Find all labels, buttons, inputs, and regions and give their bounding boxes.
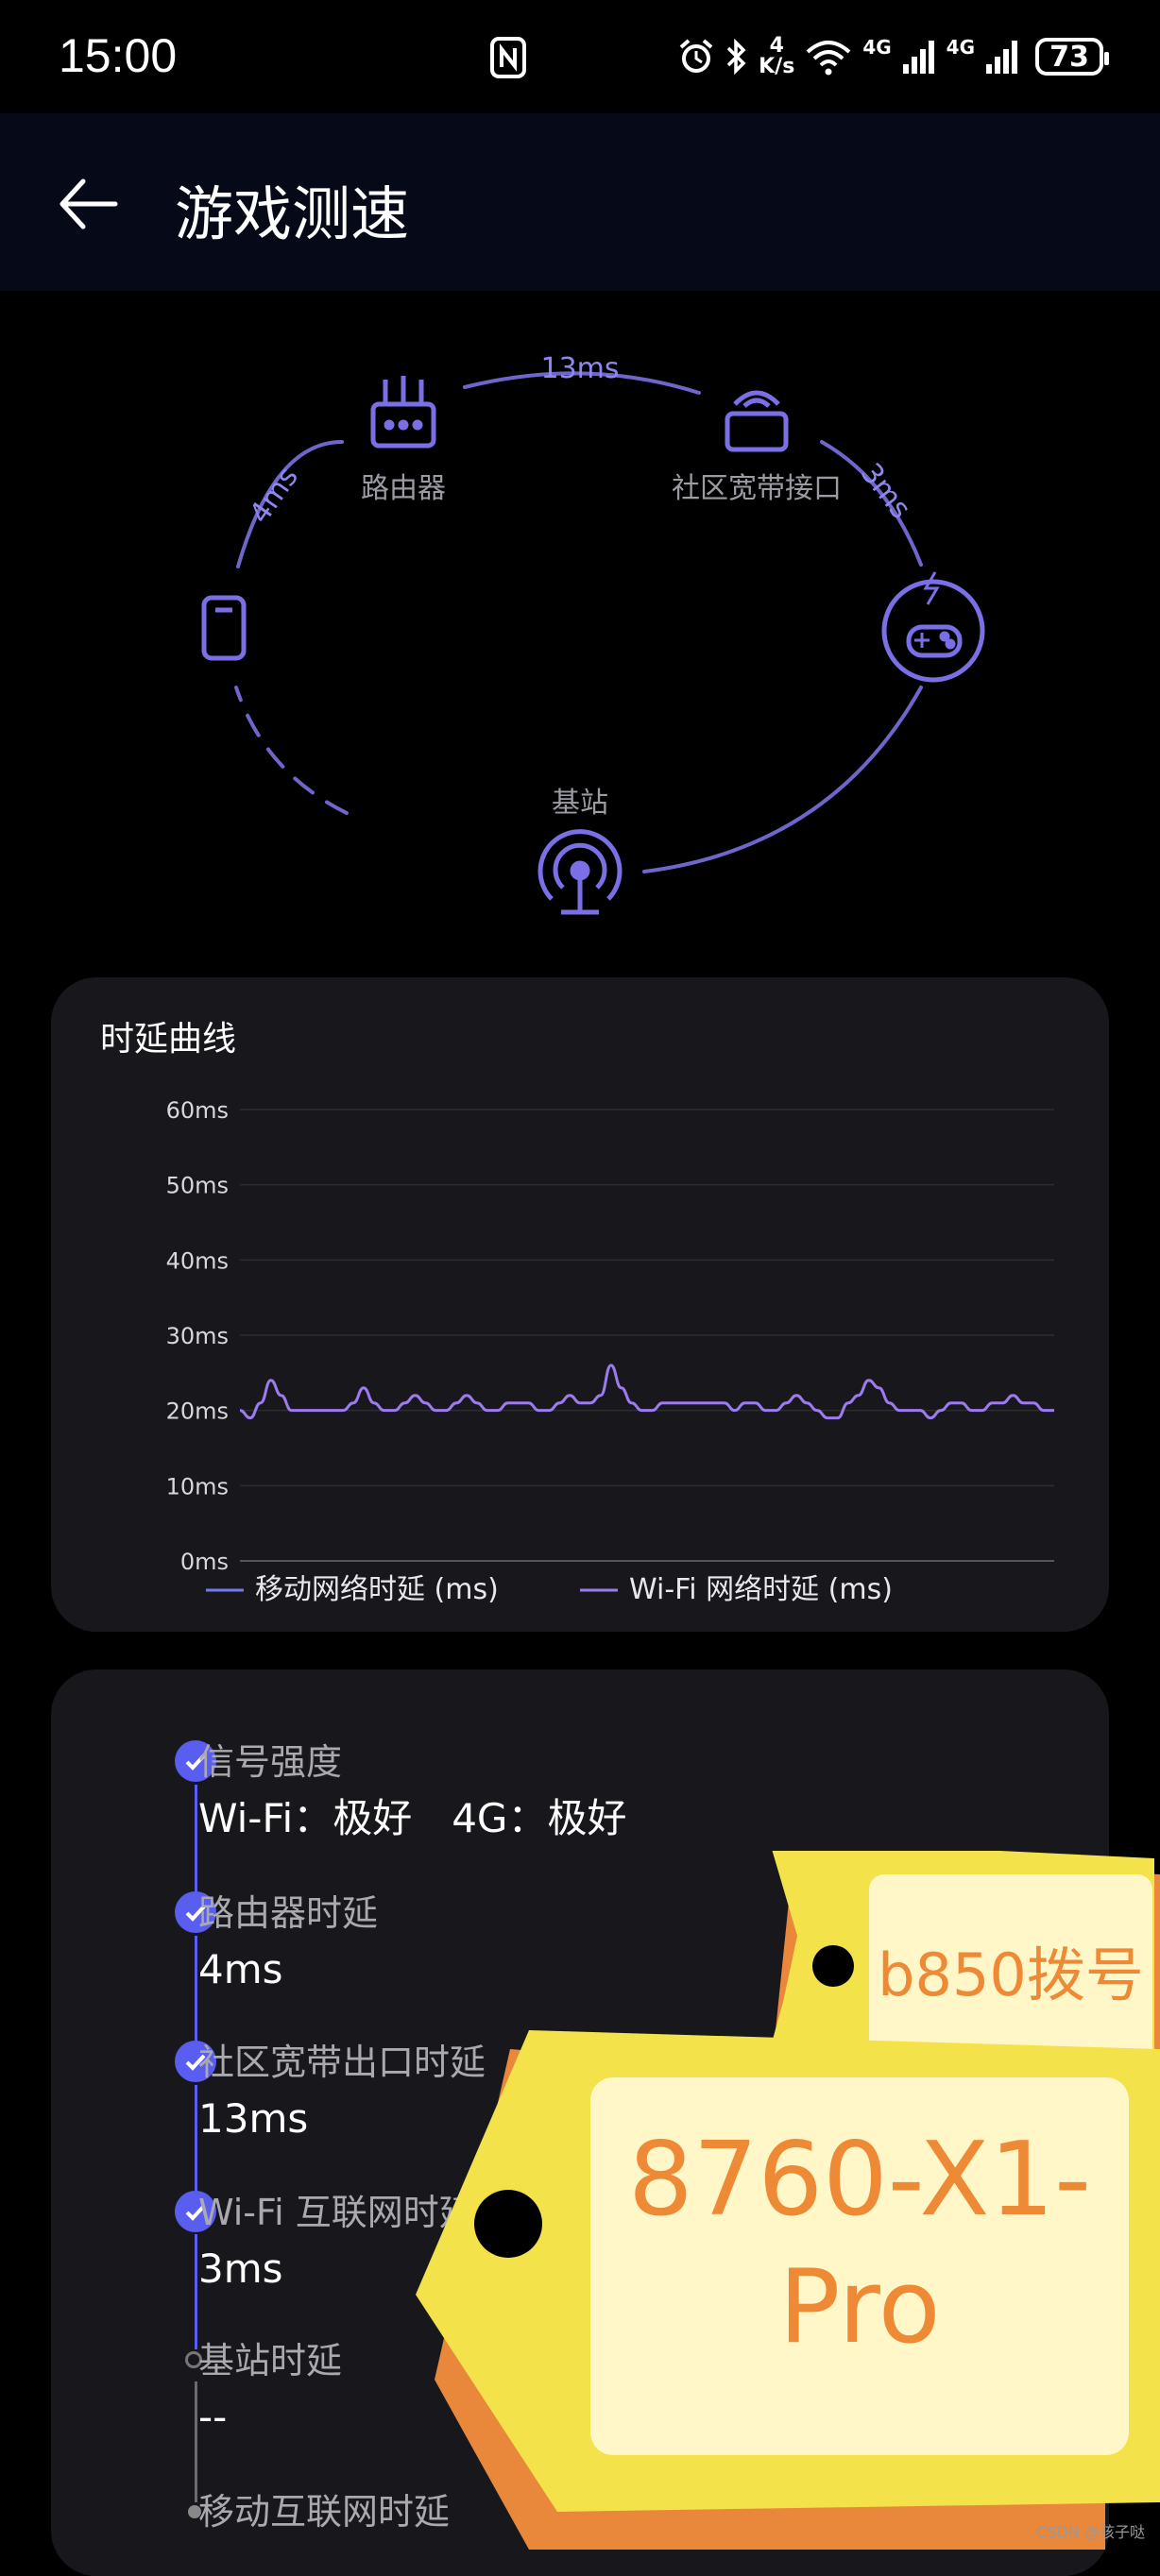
page-title: 游戏测速 [175,179,410,248]
bluetooth-icon [726,38,746,76]
broadband-label: 社区宽带接口 [672,472,842,505]
step-label: 基站时延 [198,2340,343,2381]
wifi-icon [806,41,851,76]
app-bar: 游戏测速 [0,113,1160,291]
broadband-icon [725,390,789,452]
network-type-2: 4G [946,36,975,59]
phone-icon [201,595,247,661]
y-tick-label: 0ms [180,1549,229,1575]
timeline-line [195,2234,197,2349]
small-tag-text: b850拨号 [878,1940,1144,2009]
legend-label: Wi-Fi 网络时延 (ms) [629,1573,893,1606]
step-value: -- [198,2394,228,2440]
y-tick-label: 10ms [166,1473,229,1500]
latency-broadband-game: 3ms [854,457,917,525]
signal-icon [902,41,934,74]
list-item: 基站时延 -- [198,2338,342,2444]
latency-router-broadband: 13ms [540,352,619,385]
nfc-icon [490,37,526,78]
router-icon [370,376,436,449]
status-bar: 15:00 4 K/s 4G 4G 73 [0,0,1160,113]
timeline-line [195,1936,197,2049]
large-tag-line2: Pro [778,2248,940,2366]
status-icons: 4 K/s 4G 4G 73 [677,30,1109,83]
arrow-left-icon[interactable] [55,170,123,238]
large-tag-line1: 8760-X1- [628,2121,1091,2239]
large-tag: 8760-X1- Pro [416,2030,1160,2550]
latency-chart-card: 时延曲线 0ms 10ms 20ms 30ms 40ms 50ms 60ms 移动网络时延 (… [51,977,1109,1632]
y-tick-label: 40ms [166,1247,229,1274]
y-tick-label: 20ms [166,1398,229,1425]
step-label: 信号强度 [198,1741,343,1783]
game-controller-icon [881,571,985,683]
legend-label: 移动网络时延 (ms) [255,1573,499,1606]
link-basestation-phone [234,686,349,815]
base-station-label: 基站 [552,787,608,820]
latency-phone-router: 4ms [244,461,305,529]
speed-unit: K/s [759,55,795,78]
alarm-icon [679,39,713,73]
watermark: CSDN @孩子哒 [1036,2523,1145,2541]
base-station-icon [537,829,623,915]
battery-icon: 73 [1035,38,1109,76]
y-tick-label: 30ms [166,1323,229,1349]
network-speed: 4 K/s [759,36,794,77]
timeline-line [195,2381,197,2502]
latency-line-chart: 0ms 10ms 20ms 30ms 40ms 50ms 60ms 移动网络时延 (ms) Wi… [166,1097,1054,1606]
y-tick-label: 60ms [166,1097,229,1124]
step-value: Wi-Fi：极好 4G：极好 [198,1795,627,1841]
y-tick-label: 50ms [166,1173,229,1199]
network-type-1: 4G [862,36,892,59]
status-time: 15:00 [59,29,178,82]
step-value: 4ms [198,1946,283,1992]
timeline-line [195,1785,197,1898]
router-label: 路由器 [361,472,446,505]
step-label: 路由器时延 [198,1892,379,1934]
list-item: 信号强度 Wi-Fi：极好 4G：极好 [198,1739,626,1845]
timeline-line [195,2085,197,2198]
network-topology-diagram: 路由器 社区宽带接口 基站 13ms 4ms 3ms [201,352,985,915]
speed-value: 4 [769,34,784,58]
list-item: 路由器时延 4ms [198,1890,378,1996]
overlay-tag-stickers: b850拨号 8760-X1- Pro [416,1851,1160,2550]
link-game-basestation [642,686,923,873]
signal-icon [986,41,1017,74]
